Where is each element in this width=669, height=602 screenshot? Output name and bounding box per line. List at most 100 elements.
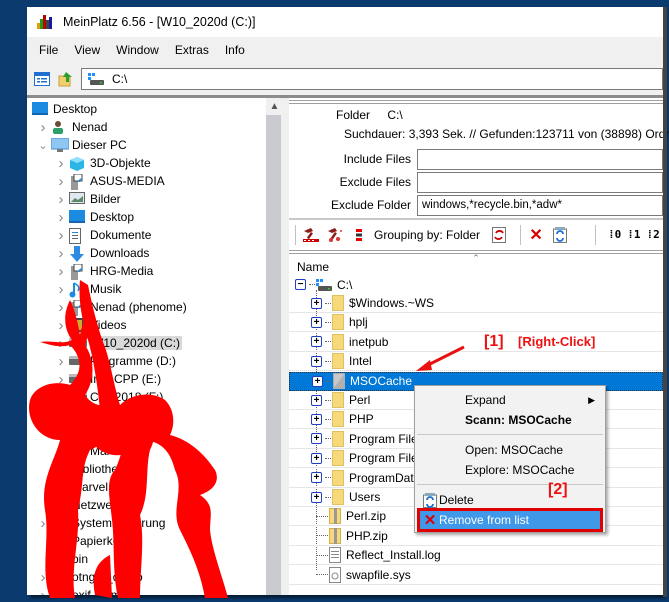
tree-item[interactable]: › Bilder bbox=[55, 190, 121, 208]
level-0-icon[interactable]: ⁞0 bbox=[608, 228, 621, 242]
folder-up-icon[interactable] bbox=[57, 70, 75, 88]
list-item[interactable]: + $Windows.~WS bbox=[289, 294, 663, 313]
tree-item[interactable]: › ASUS-MEDIA bbox=[55, 172, 165, 190]
column-name[interactable]: Name bbox=[297, 260, 329, 274]
expand-icon[interactable]: + bbox=[311, 316, 322, 328]
tree-scrollbar[interactable]: ▲ bbox=[266, 98, 283, 595]
tree-item[interactable]: › VCPP (V:) bbox=[55, 424, 145, 442]
chevron-right-icon[interactable]: › bbox=[55, 263, 67, 280]
tree-item[interactable]: Bibliotheken bbox=[37, 460, 137, 478]
list-item[interactable]: + inetpub bbox=[289, 333, 663, 352]
tree-item[interactable]: › HRG-Media bbox=[55, 262, 153, 280]
ctx-explore[interactable]: Explore: MSOCache bbox=[417, 460, 603, 480]
chevron-down-icon[interactable]: ⌄ bbox=[37, 139, 49, 152]
tree-item[interactable]: › Programme (D:) bbox=[55, 352, 177, 370]
tree-item[interactable]: › Inet-CPP (E:) bbox=[55, 370, 162, 388]
chevron-right-icon[interactable]: › bbox=[37, 515, 49, 532]
scrollbar-thumb[interactable] bbox=[266, 115, 281, 595]
chevron-right-icon[interactable]: › bbox=[55, 227, 67, 244]
chevron-right-icon[interactable]: › bbox=[55, 389, 67, 406]
refresh-icon[interactable] bbox=[490, 226, 508, 244]
expand-icon[interactable]: + bbox=[311, 491, 322, 503]
chevron-right-icon[interactable]: › bbox=[55, 245, 67, 262]
collapse-icon[interactable]: − bbox=[295, 279, 306, 290]
list-header[interactable]: ⌃ Name bbox=[289, 253, 663, 275]
chevron-right-icon[interactable]: › bbox=[55, 317, 67, 334]
expand-icon[interactable]: + bbox=[311, 355, 322, 367]
chevron-right-icon[interactable]: › bbox=[55, 353, 67, 370]
scroll-up-icon[interactable]: ▲ bbox=[266, 98, 283, 115]
remove-x-icon[interactable]: ✕ bbox=[527, 226, 545, 244]
chevron-right-icon[interactable]: › bbox=[55, 425, 67, 442]
recycle-delete-icon[interactable] bbox=[551, 226, 569, 244]
chevron-right-icon[interactable]: › bbox=[55, 281, 67, 298]
tree-item[interactable]: › otngrp_demo bbox=[37, 568, 143, 586]
address-input[interactable]: C:\ bbox=[81, 67, 663, 90]
tree-item[interactable]: bin bbox=[37, 550, 88, 568]
menu-window[interactable]: Window bbox=[108, 43, 167, 57]
menu-file[interactable]: File bbox=[31, 43, 66, 57]
chevron-right-icon[interactable]: › bbox=[55, 209, 67, 226]
tree-item[interactable]: › exif_demo bbox=[37, 586, 127, 595]
expand-icon[interactable]: + bbox=[311, 472, 322, 484]
list-root-row[interactable]: − C:\ bbox=[289, 275, 663, 294]
list-item[interactable]: Reflect_Install.log bbox=[289, 546, 663, 566]
tree-item[interactable]: › Desktop bbox=[55, 208, 135, 226]
tree-item[interactable]: › Nenad (phenome) bbox=[55, 298, 187, 316]
tree-item[interactable]: › Dokumente bbox=[55, 226, 151, 244]
ctx-open[interactable]: Open: MSOCache bbox=[417, 440, 603, 460]
chevron-right-icon[interactable]: › bbox=[55, 335, 67, 352]
ctx-expand[interactable]: Expand ▶ bbox=[417, 390, 603, 410]
tree-item[interactable]: › Videos bbox=[55, 316, 127, 334]
include-files-input[interactable] bbox=[417, 148, 663, 170]
tree-item[interactable]: Papierkorb bbox=[37, 532, 130, 551]
expand-icon[interactable]: + bbox=[311, 433, 322, 445]
tree-item[interactable]: Marvel bbox=[55, 442, 126, 460]
chevron-right-icon[interactable]: › bbox=[55, 173, 67, 190]
scan-hammer-icon[interactable] bbox=[302, 226, 320, 244]
expand-icon[interactable]: + bbox=[312, 375, 323, 387]
chevron-right-icon[interactable]: › bbox=[55, 371, 67, 388]
chevron-right-icon[interactable]: › bbox=[37, 569, 49, 586]
ctx-remove-from-list[interactable]: ✕ Remove from list bbox=[417, 508, 603, 532]
level-1-icon[interactable]: ⁞1 bbox=[627, 228, 640, 242]
ctx-scan[interactable]: Scann: MSOCache bbox=[417, 410, 603, 430]
list-item[interactable]: + Intel bbox=[289, 352, 663, 372]
toggle-tree-icon[interactable] bbox=[33, 70, 51, 88]
tree-item[interactable]: › Systemsteuerung bbox=[37, 514, 166, 532]
expand-icon[interactable]: + bbox=[311, 452, 322, 464]
list-item[interactable]: swapfile.sys bbox=[289, 566, 663, 585]
scan-stop-icon[interactable] bbox=[326, 226, 344, 244]
tree-item[interactable]: Marvel (Y:) bbox=[37, 478, 130, 496]
chevron-right-icon[interactable]: › bbox=[37, 587, 49, 596]
chevron-right-icon[interactable]: › bbox=[37, 119, 49, 136]
grouping-icon[interactable] bbox=[350, 226, 368, 244]
expand-icon[interactable]: + bbox=[311, 394, 322, 406]
chevron-right-icon[interactable]: › bbox=[55, 299, 67, 316]
tree-item[interactable]: › Nenad bbox=[37, 118, 108, 136]
chevron-right-icon[interactable]: › bbox=[55, 155, 67, 172]
expand-icon[interactable]: + bbox=[311, 336, 322, 348]
chevron-right-icon[interactable]: › bbox=[55, 407, 67, 424]
tree-item[interactable]: › Downloads bbox=[55, 244, 149, 262]
tree-item[interactable]: › SWAP (S:) bbox=[55, 406, 148, 424]
exclude-files-input[interactable] bbox=[417, 171, 663, 193]
chevron-right-icon[interactable]: › bbox=[55, 191, 67, 208]
level-2-icon[interactable]: ⁞2 bbox=[647, 228, 660, 242]
menu-view[interactable]: View bbox=[66, 43, 108, 57]
tree-item[interactable]: Netzwerk bbox=[37, 496, 122, 514]
menu-extras[interactable]: Extras bbox=[167, 43, 217, 57]
menu-info[interactable]: Info bbox=[217, 43, 253, 57]
tree-item[interactable]: Desktop bbox=[30, 100, 97, 118]
grouping-label[interactable]: Grouping by: Folder bbox=[374, 228, 480, 242]
folder-tree[interactable]: Desktop › Nenad ⌄ Dieser PC › 3D-Objekte › ASUS-… bbox=[27, 98, 266, 595]
expand-icon[interactable]: + bbox=[311, 297, 322, 309]
expand-icon[interactable]: + bbox=[311, 413, 322, 425]
tree-item[interactable]: ⌄ Dieser PC bbox=[37, 136, 127, 154]
ctx-delete[interactable]: Delete bbox=[417, 490, 603, 510]
list-item[interactable]: + hplj bbox=[289, 313, 663, 333]
exclude-folder-input[interactable]: windows,*recycle.bin,*adw* bbox=[417, 194, 663, 216]
tree-item[interactable]: › 3D-Objekte bbox=[55, 154, 151, 172]
tree-item[interactable]: › Musik bbox=[55, 280, 121, 298]
tree-item[interactable]: › CPP2018 (F:) bbox=[55, 388, 164, 406]
